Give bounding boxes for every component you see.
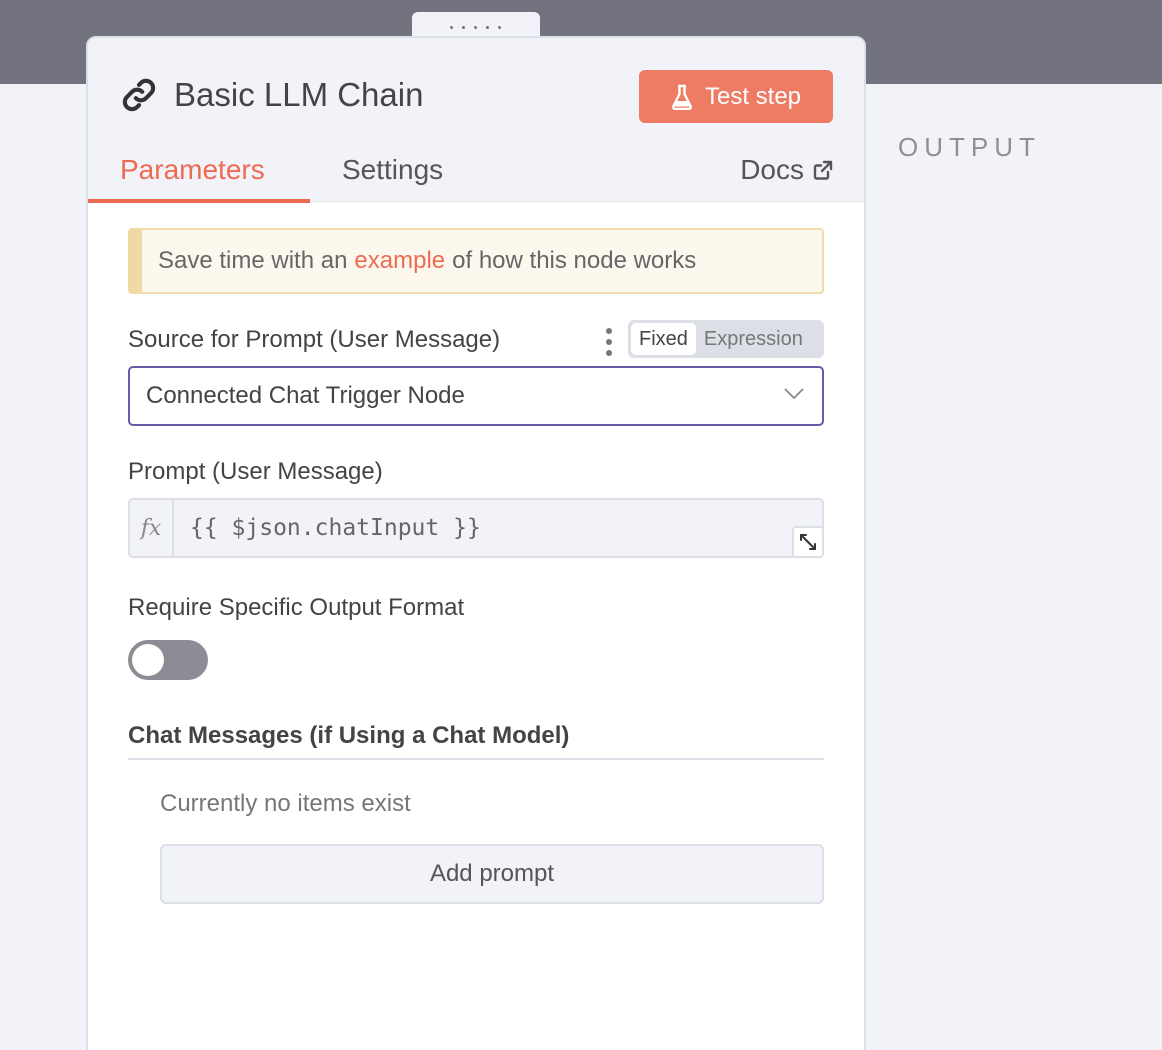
node-details-panel: Basic LLM Chain Test step Parameters Set… <box>86 36 866 1050</box>
prompt-field-label: Prompt (User Message) <box>128 458 383 485</box>
output-format-label: Require Specific Output Format <box>128 594 465 621</box>
section-divider <box>128 758 824 760</box>
output-panel-label: OUTPUT <box>898 132 1041 162</box>
mode-expression-option[interactable]: Expression <box>696 323 811 355</box>
chat-messages-title: Chat Messages (if Using a Chat Model) <box>128 722 570 749</box>
external-link-icon <box>813 160 833 180</box>
prompt-expression-input[interactable]: fx {{ $json.chatInput }} <box>128 498 824 558</box>
node-title[interactable]: Basic LLM Chain <box>174 76 423 114</box>
field-options-kebab-icon[interactable] <box>604 328 614 356</box>
chevron-down-icon <box>784 388 804 400</box>
source-field-label: Source for Prompt (User Message) <box>128 326 501 353</box>
callout-suffix: of how this node works <box>452 247 697 274</box>
add-prompt-button[interactable]: Add prompt <box>160 844 824 904</box>
docs-link[interactable]: Docs <box>740 154 834 186</box>
tab-parameters[interactable]: Parameters <box>120 154 265 186</box>
empty-items-message: Currently no items exist <box>160 790 411 817</box>
active-tab-underline <box>88 199 310 203</box>
panel-tabs: Parameters Settings Docs <box>88 148 864 203</box>
expand-editor-button[interactable] <box>792 526 824 558</box>
node-title-row: Basic LLM Chain <box>120 76 423 114</box>
source-select-value: Connected Chat Trigger Node <box>146 382 465 409</box>
fx-icon: fx <box>130 500 174 556</box>
tab-settings[interactable]: Settings <box>342 154 443 186</box>
callout-prefix: Save time with an <box>158 247 348 274</box>
mode-fixed-option[interactable]: Fixed <box>631 323 696 355</box>
example-callout: Save time with an example of how this no… <box>128 228 824 294</box>
output-format-toggle[interactable] <box>128 640 208 680</box>
flask-icon <box>672 84 692 110</box>
fixed-expression-toggle: Fixed Expression <box>628 320 824 358</box>
test-step-button[interactable]: Test step <box>639 70 833 123</box>
link-chain-icon <box>122 78 156 112</box>
example-link[interactable]: example <box>354 247 445 275</box>
expand-arrows-icon <box>800 534 816 550</box>
source-select[interactable]: Connected Chat Trigger Node <box>128 366 824 426</box>
test-step-label: Test step <box>704 82 802 110</box>
panel-header: Basic LLM Chain Test step Parameters Set… <box>88 38 864 203</box>
docs-label: Docs <box>740 154 804 185</box>
prompt-expression-value: {{ $json.chatInput }} <box>190 515 481 541</box>
toggle-knob <box>132 644 164 676</box>
